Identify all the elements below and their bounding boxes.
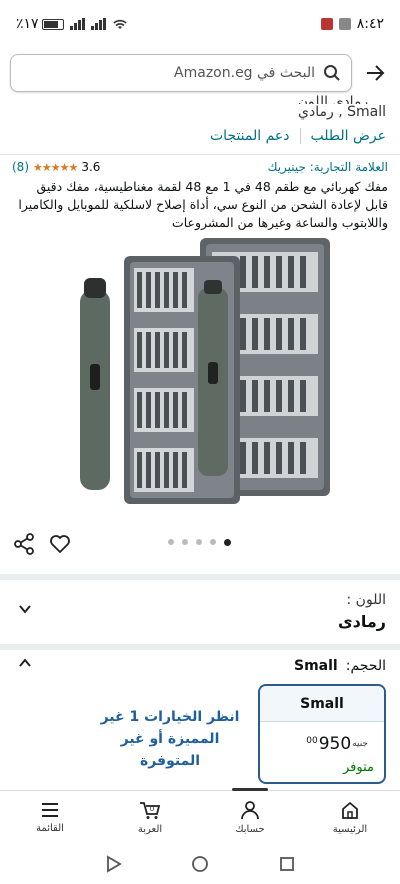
variant-summary: Small , رمادي xyxy=(298,104,386,120)
product-title-cut: ... رمادي اللون ... xyxy=(279,94,386,104)
notification-icon xyxy=(320,18,333,30)
search-bar: البحث في Amazon.eg xyxy=(0,48,400,98)
search-placeholder: البحث في Amazon.eg xyxy=(174,65,315,81)
battery-icon xyxy=(41,18,64,30)
size-label: الحجم: xyxy=(345,658,386,674)
color-value: رمادى xyxy=(338,612,386,631)
star-rating-icon: ★★★★★ xyxy=(33,160,78,174)
wifi-icon xyxy=(113,19,127,29)
size-selector: الحجم: Small انظر الخيارات 1 غير المميزة… xyxy=(0,650,400,790)
share-button[interactable] xyxy=(12,532,36,556)
status-time: ٨:٤٢ xyxy=(356,16,384,32)
rating[interactable]: (8) ★★★★★ 3.6 xyxy=(12,160,100,174)
nav-menu[interactable]: القائمة xyxy=(10,801,90,834)
link-divider xyxy=(299,128,301,144)
user-icon xyxy=(241,801,259,820)
favorite-button[interactable] xyxy=(48,532,72,556)
price-currency: جنيه xyxy=(352,739,368,749)
order-links: عرض الطلب دعم المنتجات xyxy=(210,128,386,144)
price-fraction: 00 xyxy=(306,736,318,746)
bottom-nav: القائمة 0 العربة حسابك الرئيسية xyxy=(0,788,400,844)
brand-rating-row: (8) ★★★★★ 3.6 العلامة التجارية: جينيريك xyxy=(12,160,388,174)
carousel-dot-active[interactable] xyxy=(224,538,231,546)
nav-cart-label: العربة xyxy=(137,824,163,835)
size-value: Small xyxy=(294,658,338,674)
system-nav xyxy=(0,844,400,884)
carousel-dot[interactable] xyxy=(210,539,216,545)
product-support-link[interactable]: دعم المنتجات xyxy=(210,128,290,144)
heart-icon xyxy=(50,535,70,554)
color-selector[interactable]: اللون : رمادى xyxy=(0,582,400,644)
section-separator xyxy=(0,574,400,580)
back-triangle-icon[interactable] xyxy=(104,855,123,873)
nav-menu-label: القائمة xyxy=(36,823,64,834)
carousel-dot[interactable] xyxy=(196,539,202,545)
back-arrow-icon[interactable] xyxy=(360,58,390,88)
home-icon xyxy=(342,801,358,819)
status-right: ٨:٤٢ xyxy=(320,16,384,32)
notification-icon-2 xyxy=(338,18,351,30)
size-label-row: الحجم: Small xyxy=(294,658,386,674)
nav-home[interactable]: الرئيسية xyxy=(310,800,390,835)
battery-indicator: ٪١٧ xyxy=(16,16,64,32)
rating-value: 3.6 xyxy=(81,160,101,174)
share-icon xyxy=(14,533,34,555)
status-bar: ٪١٧ ٨:٤٢ xyxy=(0,0,400,48)
brand-link[interactable]: العلامة التجارية: جينيريك xyxy=(268,160,388,174)
view-order-link[interactable]: عرض الطلب xyxy=(311,128,386,144)
home-circle-icon[interactable] xyxy=(191,855,209,873)
status-left: ٪١٧ xyxy=(16,16,128,32)
size-option-card[interactable]: Small جنيه 950 00 متوفر xyxy=(258,684,386,784)
battery-percent: ٪١٧ xyxy=(16,16,39,32)
chevron-up-icon[interactable] xyxy=(16,654,34,672)
nav-account-label: حسابك xyxy=(235,824,265,835)
more-options-link[interactable]: انظر الخيارات 1 غير المميزة أو غير المتو… xyxy=(100,706,240,772)
product-description: مفك كهربائي مع طقم 48 في 1 مع 48 لقمة مغ… xyxy=(18,179,388,230)
carousel-dot[interactable] xyxy=(182,539,188,545)
divider xyxy=(0,154,400,155)
recents-square-icon[interactable] xyxy=(278,855,296,873)
price-whole: 950 xyxy=(318,734,352,754)
carousel-dot[interactable] xyxy=(168,539,174,545)
menu-icon xyxy=(42,803,58,817)
color-label: اللون : xyxy=(346,592,386,608)
search-icon xyxy=(324,65,340,81)
nav-account[interactable]: حسابك xyxy=(210,788,290,835)
rating-count: (8) xyxy=(12,160,29,174)
signal-icon-2 xyxy=(90,18,106,30)
svg-text:0: 0 xyxy=(150,805,154,813)
availability-text: متوفر xyxy=(343,760,374,775)
chevron-down-icon xyxy=(19,605,31,614)
search-input[interactable]: البحث في Amazon.eg xyxy=(10,54,352,92)
nav-cart[interactable]: 0 العربة xyxy=(110,800,190,835)
carousel-dots xyxy=(168,538,231,546)
nav-home-label: الرئيسية xyxy=(332,824,368,835)
product-image[interactable] xyxy=(0,232,400,522)
signal-icon xyxy=(69,18,85,30)
cart-icon: 0 xyxy=(140,802,161,819)
size-option-price: جنيه 950 00 xyxy=(306,734,370,754)
size-option-name: Small xyxy=(260,686,384,722)
